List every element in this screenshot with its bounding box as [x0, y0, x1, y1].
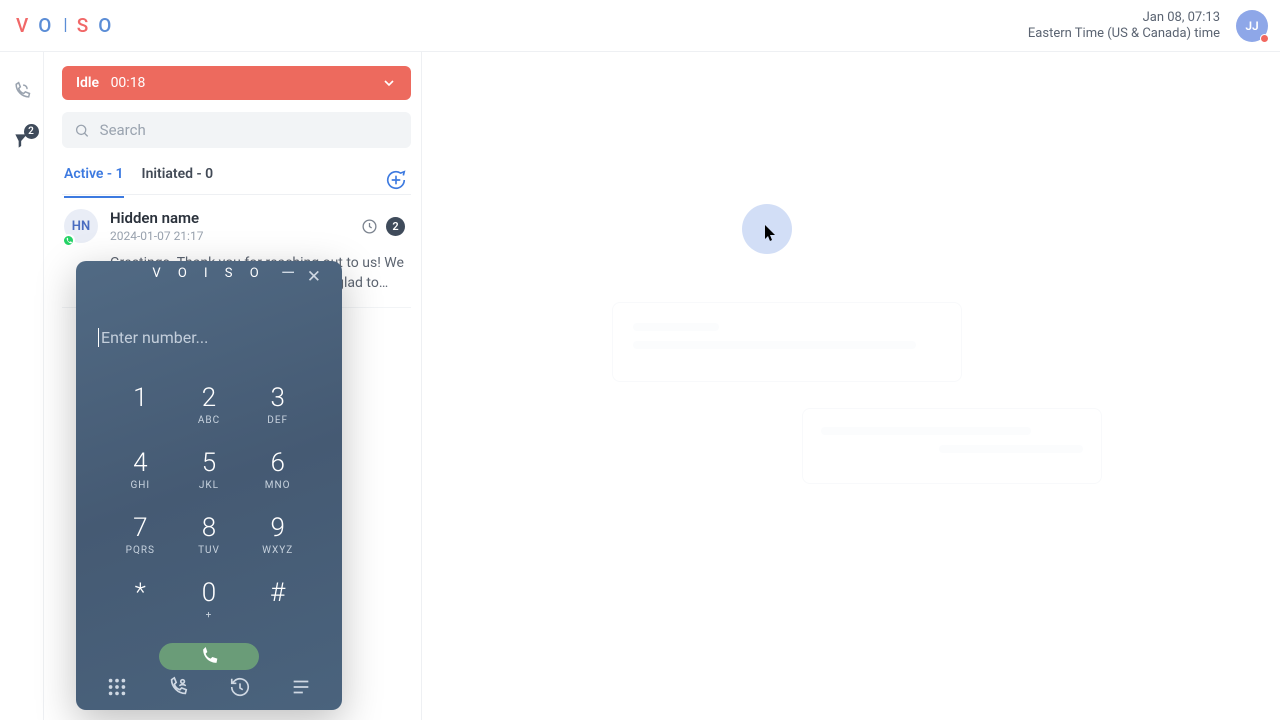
whatsapp-icon — [62, 234, 75, 247]
contact-avatar: HN — [64, 209, 98, 243]
status-timer: 00:18 — [111, 75, 146, 91]
contacts-tab-icon[interactable] — [163, 672, 193, 702]
skeleton-card — [612, 302, 962, 382]
dialer-footer — [76, 670, 342, 710]
search-input[interactable] — [100, 121, 399, 139]
close-button[interactable]: ✕ — [307, 267, 328, 287]
contact-name: Hidden name — [110, 209, 203, 227]
clock-datetime: Jan 08, 07:13 — [1028, 10, 1220, 26]
cursor-icon — [765, 225, 777, 241]
key-7[interactable]: 7PQRS — [106, 513, 175, 556]
key-9[interactable]: 9WXYZ — [243, 513, 312, 556]
new-chat-button[interactable] — [383, 167, 409, 193]
clock-timezone: Eastern Time (US & Canada) time — [1028, 26, 1220, 42]
nav-badge: 2 — [24, 124, 39, 139]
dialer-number-input[interactable] — [98, 328, 320, 347]
call-button[interactable] — [159, 643, 259, 671]
main-content — [422, 52, 1280, 720]
keypad-tab-icon[interactable] — [102, 672, 132, 702]
key-3[interactable]: 3DEF — [243, 383, 312, 426]
key-6[interactable]: 6MNO — [243, 448, 312, 491]
unread-badge: 2 — [386, 217, 405, 236]
search-bar[interactable] — [62, 112, 411, 148]
status-label: Idle — [76, 75, 99, 91]
key-0[interactable]: 0+ — [175, 578, 244, 621]
nav-inbox-icon[interactable]: 2 — [11, 130, 33, 152]
clock-block: Jan 08, 07:13 Eastern Time (US & Canada)… — [1028, 10, 1220, 42]
key-hash[interactable]: # — [243, 578, 312, 621]
dialer-logo: V O I S O — [152, 266, 265, 281]
dialer-header[interactable]: V O I S O — ✕ — [76, 261, 342, 286]
dialer-widget[interactable]: V O I S O — ✕ 1 2ABC 3DEF 4GHI 5JKL 6MNO… — [76, 261, 342, 710]
chevron-down-icon — [381, 75, 397, 91]
phone-icon — [199, 647, 219, 667]
app-logo: VOISO — [16, 14, 119, 37]
left-nav: 2 — [0, 52, 44, 720]
nav-dialer-icon[interactable] — [11, 80, 33, 102]
queue-tab-icon[interactable] — [286, 672, 316, 702]
clock-icon — [361, 218, 378, 235]
key-5[interactable]: 5JKL — [175, 448, 244, 491]
agent-status-dropdown[interactable]: Idle 00:18 — [62, 66, 411, 100]
skeleton-card — [802, 408, 1102, 484]
history-tab-icon[interactable] — [225, 672, 255, 702]
tab-initiated[interactable]: Initiated - 0 — [142, 166, 214, 194]
minimize-button[interactable]: — — [281, 269, 302, 279]
key-4[interactable]: 4GHI — [106, 448, 175, 491]
conversation-timestamp: 2024-01-07 21:17 — [110, 229, 203, 243]
user-avatar[interactable]: JJ — [1236, 10, 1268, 42]
dialer-keypad: 1 2ABC 3DEF 4GHI 5JKL 6MNO 7PQRS 8TUV 9W… — [76, 383, 342, 621]
search-icon — [74, 122, 90, 139]
status-dot-icon — [1260, 34, 1269, 43]
key-2[interactable]: 2ABC — [175, 383, 244, 426]
key-1[interactable]: 1 — [106, 383, 175, 426]
key-star[interactable]: * — [106, 578, 175, 621]
tab-active[interactable]: Active - 1 — [64, 166, 124, 194]
app-header: VOISO Jan 08, 07:13 Eastern Time (US & C… — [0, 0, 1280, 52]
key-8[interactable]: 8TUV — [175, 513, 244, 556]
